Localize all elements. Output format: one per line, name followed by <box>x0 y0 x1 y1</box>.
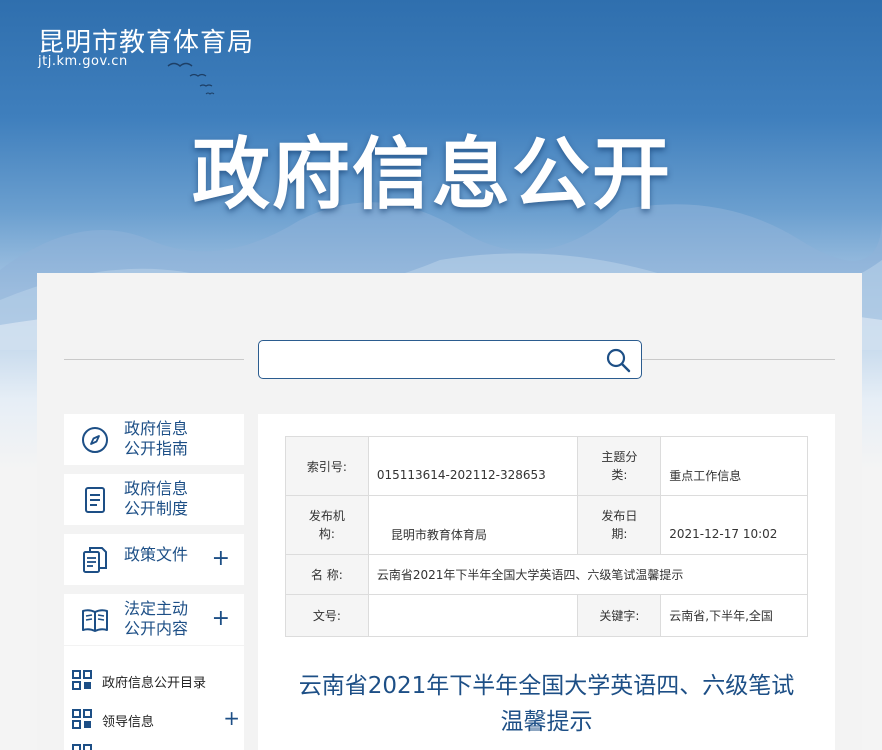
sidebar-item-statutory-content[interactable]: 法定主动 公开内容 + <box>64 594 244 645</box>
meta-label: 名 称: <box>285 554 369 595</box>
meta-label: 发布日 期: <box>577 495 662 555</box>
sub-item-label: 政府信息公开目录 <box>102 676 207 691</box>
article-card: 索引号: 015113614-202112-328653 主题分 类: 重点工作信… <box>258 414 835 750</box>
meta-value: 015113614-202112-328653 <box>367 436 579 496</box>
document-icon <box>85 487 105 513</box>
birds-icon <box>167 62 215 95</box>
sub-item-catalog[interactable]: 政府信息公开目录 <box>72 668 240 692</box>
grid-icon <box>72 670 92 690</box>
meta-label: 主题分 类: <box>577 436 662 496</box>
search-icon[interactable] <box>605 347 631 373</box>
table-row: 发布机 构: 昆明市教育体育局 发布日 期: 2021-12-17 10:02 <box>285 495 808 555</box>
divider-left <box>64 359 244 360</box>
meta-label: 发布机 构: <box>285 495 369 555</box>
meta-label: 文号: <box>285 594 369 637</box>
expand-plus-icon[interactable]: + <box>212 548 230 570</box>
divider-right <box>642 359 835 360</box>
book-icon <box>82 609 108 632</box>
article-title: 云南省2021年下半年全国大学英语四、六级笔试 温馨提示 <box>278 668 815 740</box>
expand-plus-icon[interactable]: + <box>212 608 230 630</box>
meta-value <box>367 594 579 637</box>
meta-value: 2021-12-17 10:02 <box>660 495 808 555</box>
sub-item-next[interactable] <box>72 742 240 750</box>
search-box <box>258 340 642 379</box>
sidebar-item-label: 公开内容 <box>124 619 189 638</box>
article-title-line: 温馨提示 <box>500 709 593 735</box>
grid-icon <box>72 709 92 729</box>
sidebar-item-label: 公开制度 <box>124 499 189 518</box>
table-row: 索引号: 015113614-202112-328653 主题分 类: 重点工作信… <box>285 436 808 496</box>
sidebar-sub-menu: 政府信息公开目录 领导信息 + <box>64 646 244 750</box>
site-url[interactable]: jtj.km.gov.cn <box>38 54 128 69</box>
expand-plus-icon[interactable]: + <box>223 706 240 730</box>
meta-value: 昆明市教育体育局 <box>367 495 579 555</box>
compass-icon <box>82 427 108 453</box>
sidebar-item-disclosure-system[interactable]: 政府信息 公开制度 <box>64 474 244 525</box>
sidebar-item-label: 公开指南 <box>124 439 189 458</box>
sidebar-item-label: 政府信息 <box>124 479 189 498</box>
meta-value: 云南省2021年下半年全国大学英语四、六级笔试温馨提示 <box>367 554 809 595</box>
search-input[interactable] <box>267 346 591 374</box>
sub-item-label: 领导信息 <box>102 715 155 730</box>
article-title-line: 云南省2021年下半年全国大学英语四、六级笔试 <box>298 673 795 699</box>
meta-label: 关键字: <box>577 594 662 637</box>
table-row: 文号: 关键字: 云南省,下半年,全国 <box>285 594 808 637</box>
sidebar-item-policy-files[interactable]: 政策文件 + <box>64 534 244 585</box>
sidebar-item-label: 法定主动 <box>124 599 189 618</box>
sidebar-item-label: 政策文件 <box>124 545 189 564</box>
table-row: 名 称: 云南省2021年下半年全国大学英语四、六级笔试温馨提示 <box>285 554 809 595</box>
grid-icon <box>72 744 92 750</box>
metadata-table: 索引号: 015113614-202112-328653 主题分 类: 重点工作信… <box>285 436 809 637</box>
sidebar-item-disclosure-guide[interactable]: 政府信息 公开指南 <box>64 414 244 465</box>
sub-item-leaders[interactable]: 领导信息 + <box>72 706 240 731</box>
files-icon <box>83 547 107 573</box>
sidebar-item-label: 政府信息 <box>124 419 189 438</box>
meta-value: 重点工作信息 <box>660 436 808 496</box>
hero-title: 政府信息公开 <box>192 130 673 220</box>
meta-label: 索引号: <box>285 436 369 496</box>
meta-value: 云南省,下半年,全国 <box>660 594 808 637</box>
